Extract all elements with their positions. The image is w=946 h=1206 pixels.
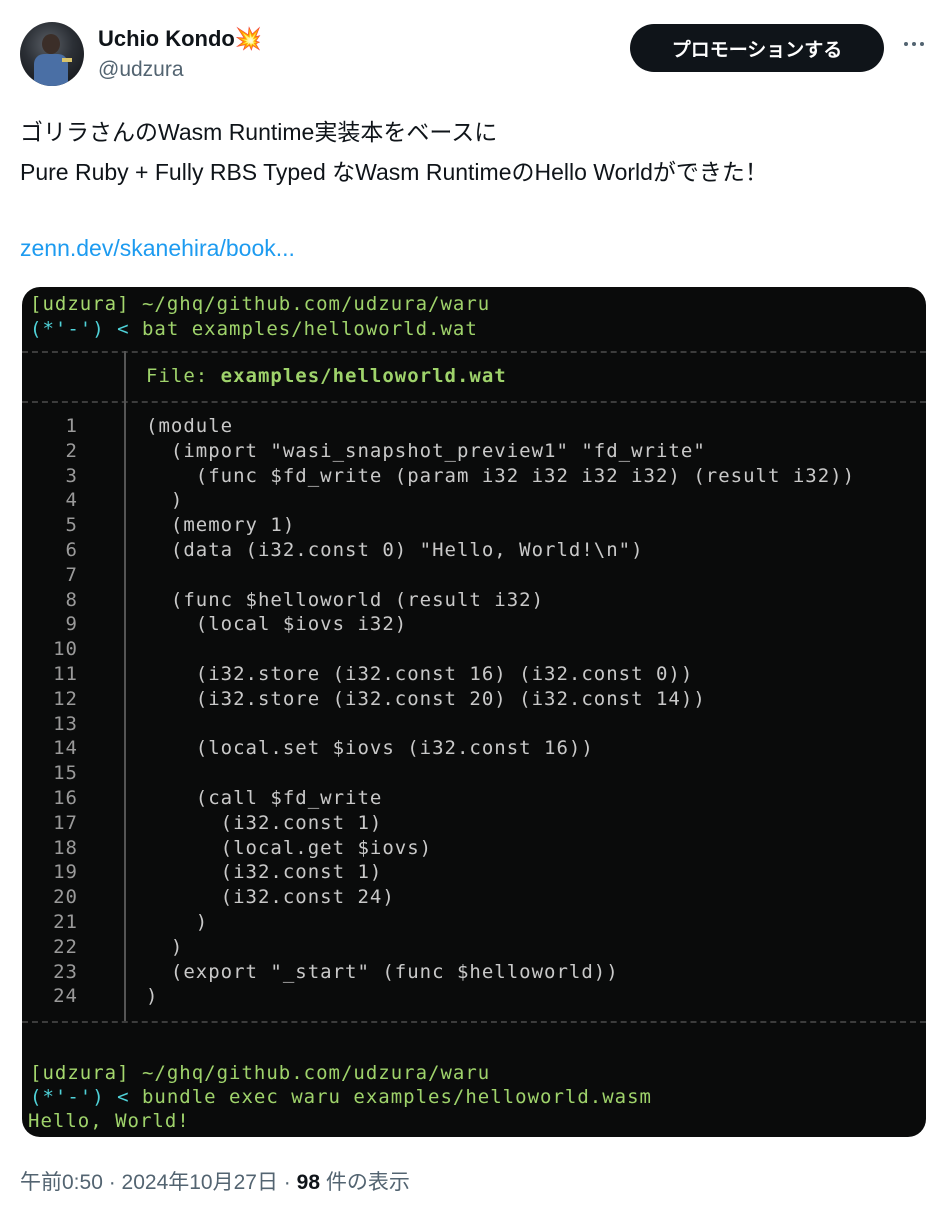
file-name: examples/helloworld.wat bbox=[220, 365, 507, 387]
terminal-screenshot[interactable]: [udzura] ~/ghq/github.com/udzura/waru (*… bbox=[22, 287, 926, 1137]
code-line: (func $fd_write (param i32 i32 i32 i32) … bbox=[146, 464, 856, 487]
code-line: (export "_start" (func $helloworld)) bbox=[146, 960, 619, 983]
avatar-mic bbox=[62, 58, 72, 62]
line-number: 4 bbox=[65, 489, 78, 512]
line-number: 17 bbox=[53, 811, 78, 834]
line-number: 15 bbox=[53, 762, 78, 785]
author-name[interactable]: Uchio Kondo💥 bbox=[98, 26, 262, 52]
file-header: File: examples/helloworld.wat bbox=[146, 365, 507, 387]
author-name-text: Uchio Kondo bbox=[98, 26, 235, 51]
prompt-face-2: (*'-') < bbox=[30, 1086, 130, 1108]
gutter-separator bbox=[124, 351, 126, 1021]
author-handle[interactable]: @udzura bbox=[98, 58, 184, 82]
line-number: 1 bbox=[65, 415, 78, 437]
code-line: (i32.const 24) bbox=[146, 886, 395, 909]
code-line: (local.get $iovs) bbox=[146, 836, 433, 859]
code-line: (local.set $iovs (i32.const 16)) bbox=[146, 737, 594, 760]
code-line: ) bbox=[146, 935, 184, 958]
tweet-text: ゴリラさんのWasm Runtime実装本をベースに Pure Ruby + F… bbox=[20, 112, 768, 192]
promote-button[interactable]: プロモーションする bbox=[630, 24, 884, 72]
line-number: 12 bbox=[53, 687, 78, 710]
code-line: ) bbox=[146, 489, 184, 512]
code-line: (i32.const 1) bbox=[146, 811, 383, 834]
line-number: 22 bbox=[53, 935, 78, 958]
line-number: 7 bbox=[65, 563, 78, 586]
command-line-2: (*'-') < bundle exec waru examples/hello… bbox=[30, 1085, 652, 1109]
header-rule-top bbox=[22, 351, 926, 353]
code-line: (i32.store (i32.const 16) (i32.const 0)) bbox=[146, 663, 694, 685]
avatar-head bbox=[42, 34, 60, 54]
prompt-line-1: [udzura] ~/ghq/github.com/udzura/waru bbox=[30, 292, 490, 316]
program-output: Hello, World! bbox=[28, 1110, 190, 1132]
tweet-line-2: Pure Ruby + Fully RBS Typed なWasm Runtim… bbox=[20, 159, 768, 185]
line-number: 9 bbox=[65, 613, 78, 636]
line-number: 2 bbox=[65, 439, 78, 462]
view-count-label: 件の表示 bbox=[320, 1171, 410, 1194]
line-number: 19 bbox=[53, 861, 78, 884]
code-line: (i32.store (i32.const 20) (i32.const 14)… bbox=[146, 687, 706, 710]
code-line: (memory 1) bbox=[146, 514, 296, 537]
more-horizontal-icon[interactable] bbox=[900, 30, 928, 58]
line-number: 24 bbox=[53, 985, 78, 1008]
line-number: 8 bbox=[65, 588, 78, 611]
timestamp[interactable]: 午前0:50 · 2024年10月27日 · bbox=[20, 1171, 297, 1194]
line-number: 13 bbox=[53, 712, 78, 735]
view-count: 98 bbox=[296, 1171, 320, 1194]
file-label: File: bbox=[146, 365, 221, 387]
command-text: bat examples/helloworld.wat bbox=[129, 318, 478, 340]
line-number: 11 bbox=[53, 663, 78, 685]
prompt-face: (*'-') < bbox=[30, 318, 130, 340]
line-number: 3 bbox=[65, 464, 78, 487]
line-number: 20 bbox=[53, 886, 78, 909]
code-line: (import "wasi_snapshot_preview1" "fd_wri… bbox=[146, 439, 706, 462]
prompt-path-2: ~/ghq/github.com/udzura/waru bbox=[129, 1062, 491, 1084]
line-number: 10 bbox=[53, 638, 78, 661]
tweet-link[interactable]: zenn.dev/skanehira/book... bbox=[20, 228, 295, 268]
code-line: (i32.const 1) bbox=[146, 861, 383, 884]
prompt-path: ~/ghq/github.com/udzura/waru bbox=[129, 293, 491, 315]
line-number: 5 bbox=[65, 514, 78, 537]
code-line: (module bbox=[146, 415, 234, 437]
code-line: (data (i32.const 0) "Hello, World!\n") bbox=[146, 539, 644, 561]
line-number: 16 bbox=[53, 787, 78, 809]
code-line: ) bbox=[146, 911, 209, 933]
command-line-1: (*'-') < bat examples/helloworld.wat bbox=[30, 317, 478, 341]
line-number: 14 bbox=[53, 737, 78, 760]
header-rule-bottom bbox=[22, 401, 926, 403]
tweet-meta: 午前0:50 · 2024年10月27日 · 98 件の表示 bbox=[20, 1166, 410, 1196]
avatar[interactable] bbox=[20, 22, 84, 86]
prompt-line-2: [udzura] ~/ghq/github.com/udzura/waru bbox=[30, 1061, 490, 1085]
footer-rule bbox=[22, 1021, 926, 1023]
line-number: 18 bbox=[53, 836, 78, 859]
code-line: (local $iovs i32) bbox=[146, 613, 408, 636]
line-number: 6 bbox=[65, 539, 78, 561]
collision-emoji-icon: 💥 bbox=[234, 26, 263, 51]
prompt-user: [udzura] bbox=[30, 293, 130, 315]
code-line: ) bbox=[146, 985, 159, 1008]
line-number: 23 bbox=[53, 960, 78, 983]
prompt-user-2: [udzura] bbox=[30, 1062, 130, 1084]
code-line: (call $fd_write bbox=[146, 787, 383, 809]
code-line: (func $helloworld (result i32) bbox=[146, 588, 545, 611]
line-number: 21 bbox=[53, 911, 78, 933]
command-text-2: bundle exec waru examples/helloworld.was… bbox=[129, 1086, 652, 1108]
tweet-line-1: ゴリラさんのWasm Runtime実装本をベースに bbox=[20, 119, 498, 145]
